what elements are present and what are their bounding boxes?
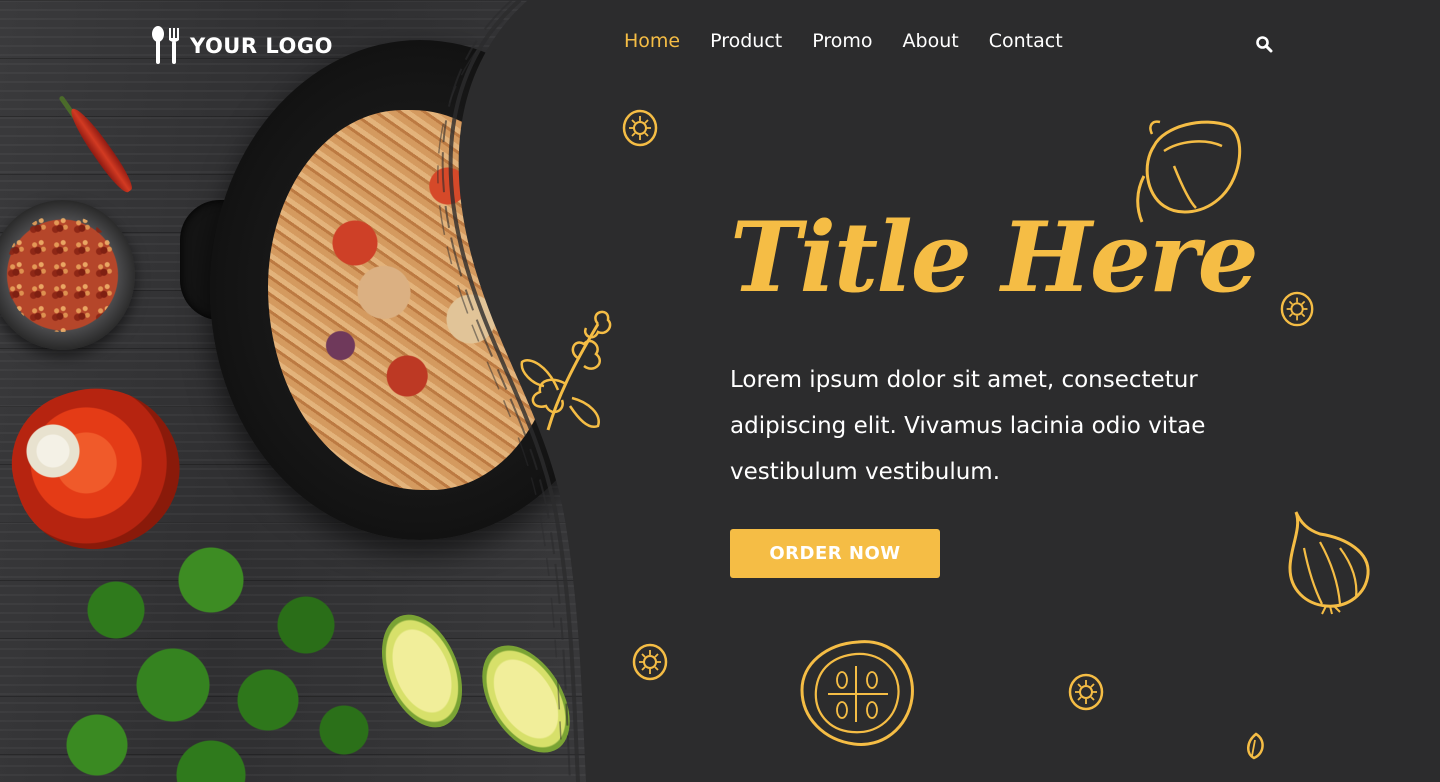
- lemon-slice-doodle-icon: [622, 109, 658, 147]
- nav-item-home[interactable]: Home: [624, 30, 680, 52]
- hero-description: Lorem ipsum dolor sit amet, consectetur …: [730, 367, 1206, 485]
- garlic-doodle-icon: [1288, 511, 1370, 615]
- main-nav: Home Product Promo About Contact: [624, 30, 1063, 52]
- seed-doodle-icon: [1247, 732, 1264, 760]
- order-now-button[interactable]: ORDER NOW: [730, 529, 940, 578]
- hero-title: Title Here: [730, 201, 1259, 314]
- lemon-slice-doodle-icon: [1280, 291, 1314, 327]
- parsley-doodle-icon: [520, 310, 612, 431]
- search-icon[interactable]: [1255, 35, 1273, 53]
- bell-pepper-doodle-icon: [1136, 120, 1242, 223]
- tomato-slice-doodle-icon: [800, 640, 914, 746]
- nav-item-product[interactable]: Product: [710, 30, 782, 52]
- lemon-slice-doodle-icon: [632, 643, 668, 681]
- fork-spoon-icon: [152, 26, 179, 64]
- nav-item-about[interactable]: About: [903, 30, 959, 52]
- lemon-slice-doodle-icon: [1068, 673, 1104, 711]
- nav-item-promo[interactable]: Promo: [812, 30, 872, 52]
- logo-text: YOUR LOGO: [190, 34, 333, 58]
- brand-logo[interactable]: YOUR LOGO: [150, 26, 333, 66]
- nav-item-contact[interactable]: Contact: [989, 30, 1063, 52]
